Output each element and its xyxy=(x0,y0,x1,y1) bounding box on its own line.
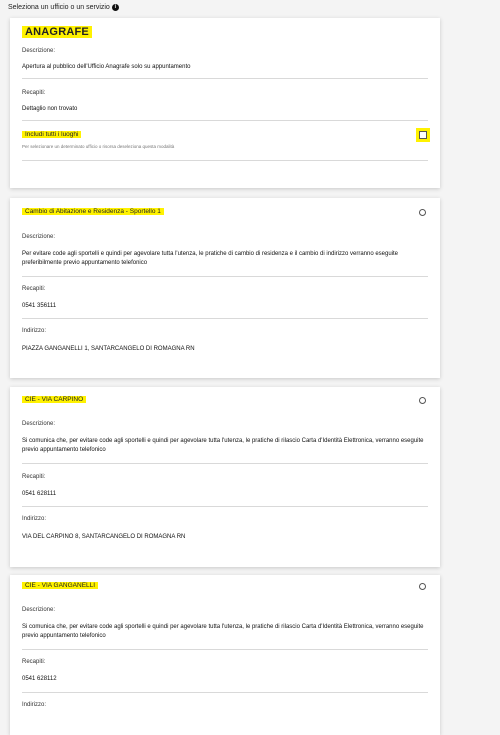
recapiti-value: 0541 356111 xyxy=(22,303,57,309)
anagrafe-card: ANAGRAFE Descrizione: Apertura al pubbli… xyxy=(10,18,440,188)
office-card-cie-via-ganganelli[interactable]: CIE - VIA GANGANELLI Descrizione: Si com… xyxy=(10,575,440,735)
divider xyxy=(22,120,428,121)
office-radio-button[interactable] xyxy=(419,397,426,404)
divider xyxy=(22,649,428,650)
office-radio-button[interactable] xyxy=(419,209,426,216)
office-card-cambio-abitazione[interactable]: Cambio di Abitazione e Residenza - Sport… xyxy=(10,198,440,378)
recapiti-label: Recapiti: xyxy=(22,90,46,96)
descrizione-value: Si comunica che, per evitare code agli s… xyxy=(22,624,424,639)
indirizzo-label: Indirizzo: xyxy=(22,516,47,522)
divider xyxy=(22,463,428,464)
include-all-places-hint: Per selezionare un determinato ufficio o… xyxy=(22,144,175,149)
descrizione-label: Descrizione: xyxy=(22,421,56,427)
recapiti-label: Recapiti: xyxy=(22,659,46,665)
descrizione-label: Descrizione: xyxy=(22,607,56,613)
divider xyxy=(22,506,428,507)
recapiti-label: Recapiti: xyxy=(22,474,46,480)
divider xyxy=(22,78,428,79)
office-card-title: CIE - VIA GANGANELLI xyxy=(22,582,99,589)
recapiti-value: Dettaglio non trovato xyxy=(22,106,78,112)
divider xyxy=(22,276,428,277)
descrizione-value: Apertura al pubblico dell'Ufficio Anagra… xyxy=(22,64,191,70)
divider xyxy=(22,692,428,693)
office-radio-button[interactable] xyxy=(419,583,426,590)
office-card-title: CIE - VIA CARPINO xyxy=(22,396,87,403)
page-header-title: Seleziona un ufficio o un servizio xyxy=(8,4,110,11)
recapiti-value: 0541 628112 xyxy=(22,676,57,682)
indirizzo-value: VIA DEL CARPINO 8, SANTARCANGELO DI ROMA… xyxy=(22,534,186,540)
descrizione-label: Descrizione: xyxy=(22,234,56,240)
office-card-cie-via-carpino[interactable]: CIE - VIA CARPINO Descrizione: Si comuni… xyxy=(10,387,440,567)
indirizzo-value: PIAZZA GANGANELLI 1, SANTARCANGELO DI RO… xyxy=(22,346,195,352)
recapiti-label: Recapiti: xyxy=(22,286,46,292)
descrizione-label: Descrizione: xyxy=(22,48,56,54)
indirizzo-label: Indirizzo: xyxy=(22,328,47,334)
recapiti-value: 0541 628111 xyxy=(22,491,57,497)
page-header: Seleziona un ufficio o un servizio i xyxy=(8,4,119,11)
descrizione-value: Si comunica che, per evitare code agli s… xyxy=(22,438,424,453)
info-icon[interactable]: i xyxy=(111,4,119,11)
office-card-title: Cambio di Abitazione e Residenza - Sport… xyxy=(22,208,164,215)
descrizione-value: Per evitare code agli sportelli e quindi… xyxy=(22,251,399,266)
divider xyxy=(22,318,428,319)
include-all-places-checkbox[interactable] xyxy=(419,131,427,139)
include-all-places-label: Includi tutti i luoghi xyxy=(22,131,82,138)
divider xyxy=(22,160,428,161)
include-all-places-checkbox-area[interactable] xyxy=(416,128,430,142)
anagrafe-title: ANAGRAFE xyxy=(22,26,92,38)
indirizzo-label: Indirizzo: xyxy=(22,702,47,708)
